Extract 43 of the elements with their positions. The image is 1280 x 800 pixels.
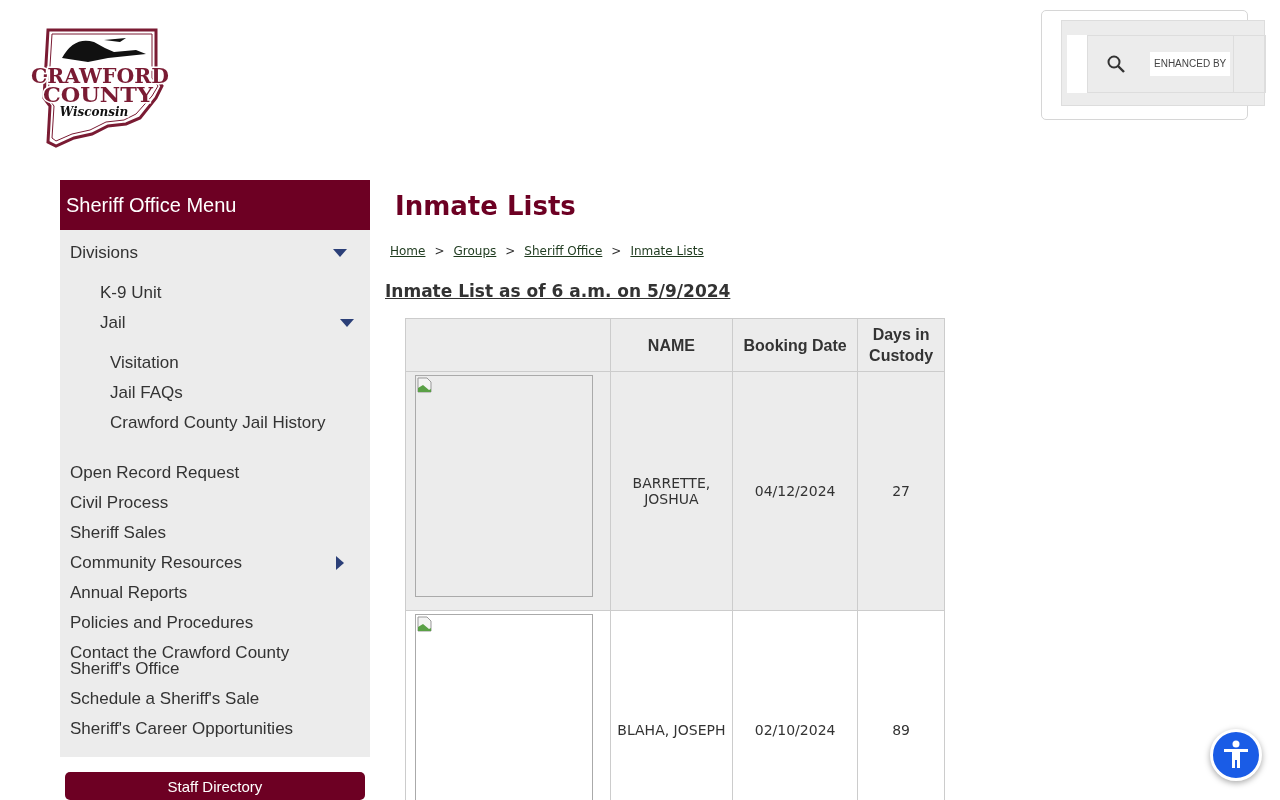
table-cell: BARRETTE, JOSHUA (610, 371, 733, 611)
breadcrumb-separator: > (505, 244, 516, 258)
menu-item[interactable]: Divisions (60, 238, 370, 268)
caret-down-icon[interactable] (340, 319, 354, 327)
table-cell: 27 (857, 371, 945, 611)
logo-text: Wisconsin (59, 105, 129, 119)
menu-item[interactable]: Community Resources (60, 548, 370, 578)
menu-item[interactable]: Sheriff's Career Opportunities (60, 714, 370, 744)
staff-directory-button[interactable]: Staff Directory (65, 772, 365, 800)
column-header[interactable]: Booking Date (732, 318, 858, 372)
menu-item[interactable]: Crawford County Jail History (60, 408, 370, 438)
search-field[interactable] (1067, 35, 1087, 93)
menu-item[interactable]: Schedule a Sheriff's Sale (60, 684, 370, 714)
accessibility-icon (1223, 740, 1249, 770)
accessibility-button[interactable] (1210, 729, 1262, 781)
breadcrumb-link[interactable]: Inmate Lists (630, 244, 704, 258)
broken-image-icon (417, 377, 433, 393)
menu-item[interactable]: Jail FAQs (60, 378, 370, 408)
breadcrumb-link[interactable]: Groups (453, 244, 497, 258)
column-header[interactable]: Days in Custody (857, 318, 945, 372)
breadcrumb-separator: > (434, 244, 445, 258)
caret-right-icon[interactable] (336, 556, 344, 570)
broken-image-icon (417, 616, 433, 632)
enhanced-by-badge: ENHANCED BY (1150, 52, 1230, 76)
menu-item[interactable]: Policies and Procedures (60, 608, 370, 638)
list-heading: Inmate List as of 6 a.m. on 5/9/2024 (385, 280, 732, 302)
search-icon[interactable] (1106, 54, 1126, 74)
page-title: Inmate Lists (395, 190, 577, 222)
breadcrumb-link[interactable]: Sheriff Office (524, 244, 603, 258)
menu-item[interactable]: Jail (60, 308, 370, 338)
menu-item[interactable]: Annual Reports (60, 578, 370, 608)
breadcrumb-separator: > (611, 244, 622, 258)
table-cell: 04/12/2024 (732, 371, 858, 611)
menu-item[interactable]: Open Record Request (60, 458, 370, 488)
column-header[interactable]: NAME (610, 318, 733, 372)
menu-item[interactable]: Civil Process (60, 488, 370, 518)
menu-item[interactable]: Contact the Crawford County Sheriff's Office (60, 638, 370, 684)
menu-header: Sheriff Office Menu (60, 180, 370, 230)
caret-down-icon[interactable] (333, 249, 347, 257)
menu-item[interactable]: Visitation (60, 348, 370, 378)
breadcrumb-link[interactable]: Home (390, 244, 426, 258)
menu-item[interactable]: K-9 Unit (60, 278, 370, 308)
menu-item[interactable]: Sheriff Sales (60, 518, 370, 548)
